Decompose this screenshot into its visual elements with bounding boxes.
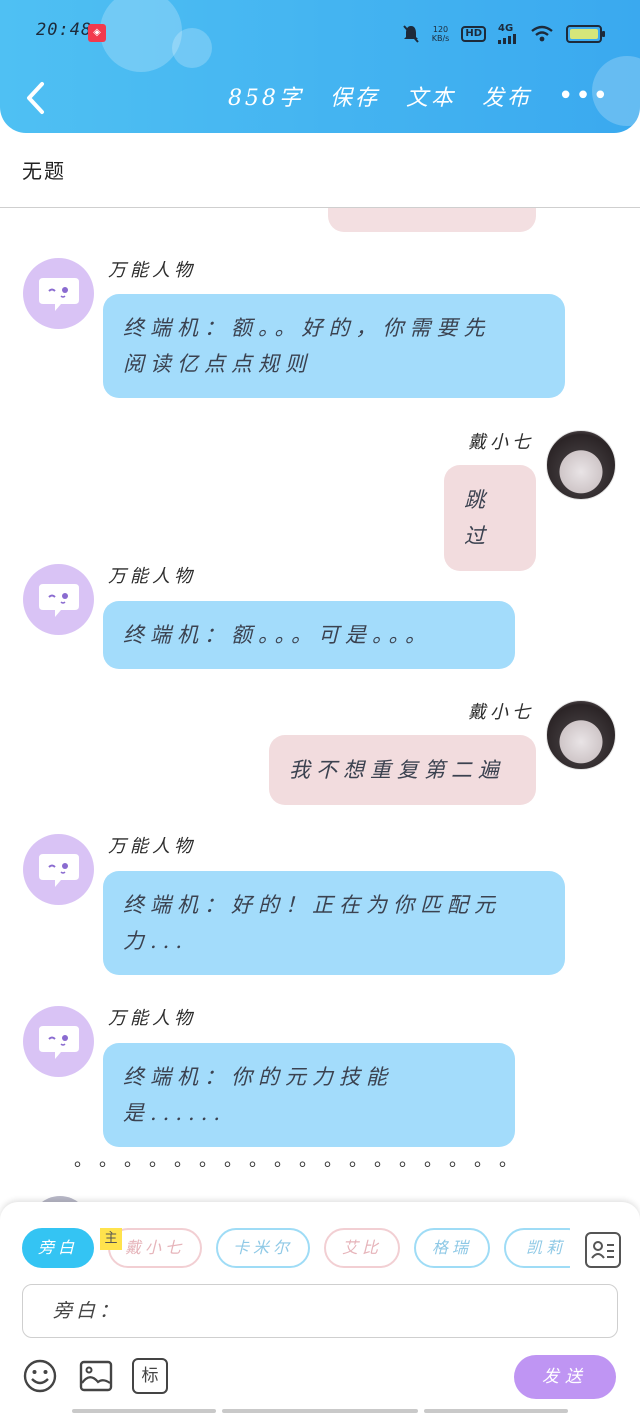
message-bubble[interactable]: 我不想重复第二遍 [269,735,536,805]
back-button[interactable] [22,80,52,116]
narration-chip[interactable]: 旁白 [22,1228,94,1268]
chat-bubble-face-icon [38,277,79,311]
message-input[interactable]: 旁白： [22,1284,618,1338]
text-button[interactable]: 文本 [406,80,456,112]
main-character-tag: 主 [100,1228,122,1250]
chevron-left-icon [27,82,44,114]
mute-bell-icon [402,25,419,43]
message-line: 终端机：好的！正在为你匹配元 [123,893,501,917]
message-sender: 戴小七 [468,702,534,723]
message-line: 阅读亿点点规则 [123,352,312,376]
network-type: 4G [498,23,514,34]
title-bar: 无题 [0,133,640,208]
message-sender: 万能人物 [108,836,196,857]
image-button[interactable] [78,1358,114,1394]
user-avatar[interactable] [546,700,616,770]
message-line: 跳过 [464,488,491,548]
bot-avatar[interactable] [23,258,94,329]
bot-avatar[interactable] [23,1006,94,1077]
more-button[interactable]: ••• [558,81,610,111]
message-line: 终端机：额。。。可是。。。 [123,623,432,647]
send-button[interactable]: 发送 [514,1355,616,1399]
message-line: 力... [123,929,189,953]
save-button[interactable]: 保存 [330,80,380,112]
emoji-button[interactable] [22,1358,58,1394]
top-nav: 858字 保存 文本 发布 ••• [0,72,640,122]
message-sender: 万能人物 [108,260,196,281]
contact-card-icon [591,1241,614,1259]
image-icon [79,1360,113,1392]
role-chip[interactable]: 戴小七 [108,1228,202,1268]
chat-bubble-face-icon [38,853,79,887]
net-speed: 120 KB/s [432,25,450,43]
message-bubble[interactable]: 终端机：好的！正在为你匹配元 力... [103,871,565,975]
nav-gesture-bar [424,1409,568,1413]
nav-gesture-bar [72,1409,216,1413]
previous-message-bubble [328,208,536,232]
page-title[interactable]: 无题 [22,155,66,184]
word-count: 858字 [227,86,304,111]
smiley-icon [23,1359,57,1393]
role-chip[interactable]: 卡米尔 [216,1228,310,1268]
message-line: 我不想重复第二遍 [289,758,505,782]
app-notification-icon: ◈ [88,24,106,42]
battery-icon [566,25,605,43]
message-line: 终端机：额。。好的，你需要先 [123,316,491,340]
net-speed-value: 120 [432,25,449,34]
message-bubble[interactable]: 跳过 [444,465,536,571]
hd-badge: HD [461,26,486,42]
message-bubble[interactable]: 终端机：额。。好的，你需要先 阅读亿点点规则 [103,294,565,398]
nav-actions: 858字 保存 文本 发布 ••• [228,80,610,112]
message-sender: 万能人物 [108,1008,196,1029]
net-speed-unit: KB/s [431,34,450,43]
chat-area[interactable]: 万能人物 终端机：额。。好的，你需要先 阅读亿点点规则 戴小七 跳过 万能人物 … [0,208,640,1203]
bot-avatar[interactable] [23,564,94,635]
status-icons: 120 KB/s HD 4G [402,20,605,48]
role-chip[interactable]: 艾比 [324,1228,400,1268]
message-line: 终端机：你的元力技能是...... [123,1065,393,1125]
role-chip[interactable]: 凯莉 [504,1228,570,1268]
chat-bubble-face-icon [38,1025,79,1059]
nav-gesture-bar [222,1409,418,1413]
mark-button[interactable]: 标 [132,1358,168,1394]
chat-bubble-face-icon [38,583,79,617]
message-bubble[interactable]: 终端机：你的元力技能是...... [103,1043,515,1147]
app-header: 20:48 ◈ 120 KB/s HD 4G 858字 保存 文本 发布 ••• [0,0,640,133]
publish-button[interactable]: 发布 [482,80,532,112]
message-bubble[interactable]: 终端机：额。。。可是。。。 [103,601,515,669]
message-sender: 万能人物 [108,566,196,587]
bot-avatar[interactable] [23,834,94,905]
user-avatar[interactable] [546,430,616,500]
wifi-icon [531,25,553,42]
compose-panel: 戴小七 卡米尔 艾比 格瑞 凯莉 旁白 主 旁白： 标 发送 [0,1202,640,1415]
status-bar: 20:48 ◈ 120 KB/s HD 4G [0,0,640,60]
narration-dots: 。。。。。。。。。。。。。。。。。。 [74,1150,533,1171]
signal-indicator: 4G [498,24,518,44]
role-manager-button[interactable] [585,1232,621,1268]
message-sender: 戴小七 [468,432,534,453]
role-chip[interactable]: 格瑞 [414,1228,490,1268]
status-time: 20:48 [36,20,93,40]
signal-bars-icon [498,34,516,44]
